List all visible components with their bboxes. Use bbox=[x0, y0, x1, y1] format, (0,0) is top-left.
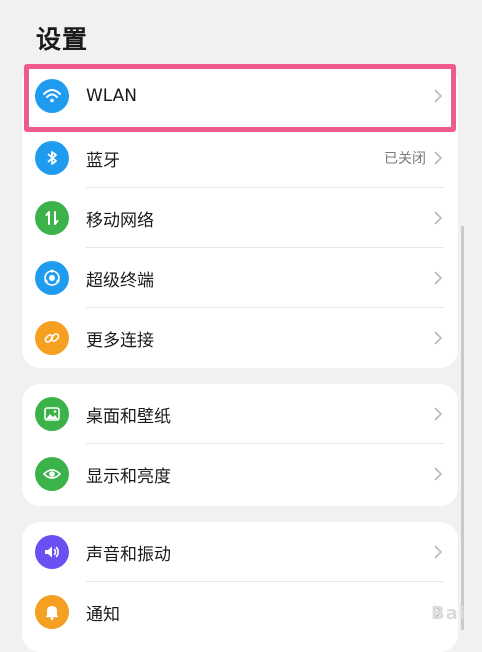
settings-group-sound: 声音和振动 通知 bbox=[22, 522, 458, 652]
chevron-right-icon bbox=[434, 545, 443, 559]
settings-group-connectivity: WLAN 蓝牙 已关闭 移动网络 超级终端 更多连接 bbox=[22, 64, 458, 368]
settings-item-label: 蓝牙 bbox=[86, 150, 120, 171]
settings-item-label: 桌面和壁纸 bbox=[86, 406, 171, 427]
settings-item-super-device[interactable]: 超级终端 bbox=[22, 248, 458, 308]
super-device-icon bbox=[35, 261, 69, 295]
settings-item-label: 超级终端 bbox=[86, 270, 154, 291]
mobile-network-icon bbox=[35, 201, 69, 235]
chevron-right-icon bbox=[434, 331, 443, 345]
bell-icon bbox=[35, 595, 69, 629]
bluetooth-status: 已关闭 bbox=[384, 151, 426, 167]
settings-item-label: 更多连接 bbox=[86, 330, 154, 351]
bluetooth-icon bbox=[35, 141, 69, 175]
speaker-icon bbox=[35, 535, 69, 569]
chevron-right-icon bbox=[434, 407, 443, 421]
watermark-logo: Bai bbox=[430, 603, 466, 624]
chevron-right-icon bbox=[434, 467, 443, 481]
settings-item-sound[interactable]: 声音和振动 bbox=[22, 522, 458, 582]
scrollbar[interactable] bbox=[461, 226, 464, 630]
wifi-icon bbox=[35, 79, 69, 113]
settings-item-label: 显示和亮度 bbox=[86, 466, 171, 487]
settings-item-wallpaper[interactable]: 桌面和壁纸 bbox=[22, 384, 458, 444]
chevron-right-icon bbox=[434, 89, 443, 103]
settings-item-mobile-network[interactable]: 移动网络 bbox=[22, 188, 458, 248]
settings-item-label: 通知 bbox=[86, 604, 120, 625]
settings-item-notifications[interactable]: 通知 bbox=[22, 582, 458, 642]
chevron-right-icon bbox=[434, 151, 443, 165]
link-icon bbox=[35, 321, 69, 355]
settings-item-wlan[interactable]: WLAN bbox=[22, 64, 458, 128]
wallpaper-icon bbox=[35, 397, 69, 431]
page-title: 设置 bbox=[36, 25, 89, 54]
chevron-right-icon bbox=[434, 271, 443, 285]
eye-icon bbox=[35, 457, 69, 491]
settings-item-label: WLAN bbox=[86, 86, 138, 106]
settings-item-label: 移动网络 bbox=[86, 210, 154, 231]
settings-item-bluetooth[interactable]: 蓝牙 已关闭 bbox=[22, 128, 458, 188]
chevron-right-icon bbox=[434, 211, 443, 225]
settings-item-more-connections[interactable]: 更多连接 bbox=[22, 308, 458, 368]
settings-item-label: 声音和振动 bbox=[86, 544, 171, 565]
settings-item-display[interactable]: 显示和亮度 bbox=[22, 444, 458, 504]
settings-group-display: 桌面和壁纸 显示和亮度 bbox=[22, 384, 458, 506]
